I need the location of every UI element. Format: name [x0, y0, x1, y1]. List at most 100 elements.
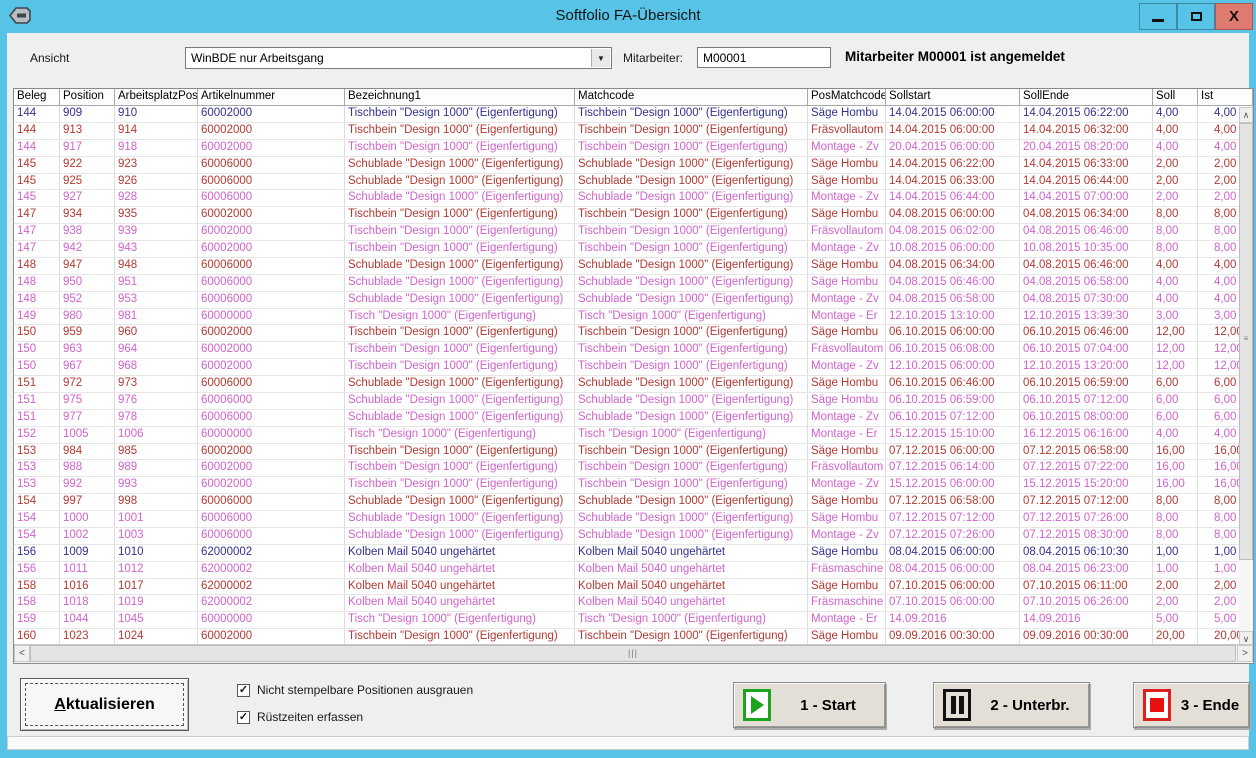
cell-sollstart: 07.12.2015 06:14:00 [886, 460, 1020, 476]
cell-beleg: 160 [14, 629, 60, 645]
column-header-artikelnummer[interactable]: Artikelnummer [198, 89, 345, 106]
vertical-scrollbar[interactable]: ∧ ≡ ∨ [1239, 107, 1253, 647]
cell-position: 952 [60, 292, 115, 308]
cell-artikelnummer: 60002000 [198, 140, 345, 156]
cell-artikelnummer: 60000000 [198, 427, 345, 443]
cell-sollende: 07.12.2015 07:26:00 [1020, 511, 1153, 527]
cell-sollstart: 07.12.2015 06:58:00 [886, 494, 1020, 510]
table-row[interactable]: 1561011101262000002Kolben Mail 5040 unge… [14, 562, 1253, 579]
cell-posmatchcode: Säge Hombu [808, 393, 886, 409]
cell-posmatchcode: Fräsmaschine [808, 595, 886, 611]
column-header-position[interactable]: Position [60, 89, 115, 106]
column-header-sollende[interactable]: SollEnde [1020, 89, 1153, 106]
table-row[interactable]: 14998098160000000Tisch "Design 1000" (Ei… [14, 309, 1253, 326]
scroll-left-icon[interactable]: < [14, 645, 30, 662]
table-row[interactable]: 1521005100660000000Tisch "Design 1000" (… [14, 427, 1253, 444]
table-row[interactable]: 15398898960002000Tischbein "Design 1000"… [14, 460, 1253, 477]
table-row[interactable]: 15096796860002000Tischbein "Design 1000"… [14, 359, 1253, 376]
scroll-up-icon[interactable]: ∧ [1239, 107, 1253, 123]
table-row[interactable]: 15399299360002000Tischbein "Design 1000"… [14, 477, 1253, 494]
table-row[interactable]: 14491391460002000Tischbein "Design 1000"… [14, 123, 1253, 140]
vertical-scrollbar-thumb[interactable]: ≡ [1239, 123, 1253, 560]
scroll-right-icon[interactable]: > [1237, 645, 1253, 662]
cell-position: 1016 [60, 579, 115, 595]
table-row[interactable]: 1581018101962000002Kolben Mail 5040 unge… [14, 595, 1253, 612]
setuptime-checkbox[interactable]: ✓ [237, 711, 250, 724]
cell-artikelnummer: 62000002 [198, 545, 345, 561]
cell-beleg: 147 [14, 241, 60, 257]
column-header-beleg[interactable]: Beleg [14, 89, 60, 106]
login-status-text: Mitarbeiter M00001 ist angemeldet [845, 49, 1065, 64]
table-row[interactable]: 1541000100160006000Schublade "Design 100… [14, 511, 1253, 528]
table-row[interactable]: 14592792860006000Schublade "Design 1000"… [14, 190, 1253, 207]
table-row[interactable]: 14490991060002000Tischbein "Design 1000"… [14, 106, 1253, 123]
cell-sollende: 12.10.2015 13:20:00 [1020, 359, 1153, 375]
table-row[interactable]: 15197797860006000Schublade "Design 1000"… [14, 410, 1253, 427]
horizontal-scrollbar-thumb[interactable]: ||| [30, 645, 1236, 662]
cell-sollstart: 07.12.2015 07:12:00 [886, 511, 1020, 527]
view-dropdown[interactable]: WinBDE nur Arbeitsgang ▼ [185, 47, 612, 69]
end-button[interactable]: 3 - Ende [1133, 682, 1250, 728]
table-row[interactable]: 14793493560002000Tischbein "Design 1000"… [14, 207, 1253, 224]
column-header-ist[interactable]: Ist [1198, 89, 1253, 106]
column-header-posmatchcode[interactable]: PosMatchcode [808, 89, 886, 106]
start-button[interactable]: 1 - Start [733, 682, 886, 728]
table-row[interactable]: 14793893960002000Tischbein "Design 1000"… [14, 224, 1253, 241]
table-row[interactable]: 14491791860002000Tischbein "Design 1000"… [14, 140, 1253, 157]
table-row[interactable]: 1591044104560000000Tisch "Design 1000" (… [14, 612, 1253, 629]
table-row[interactable]: 1581016101762000002Kolben Mail 5040 unge… [14, 579, 1253, 596]
refresh-button-label: Aktualisieren [54, 696, 155, 714]
minimize-button[interactable] [1139, 3, 1177, 30]
cell-beleg: 145 [14, 190, 60, 206]
cell-arbeitsplatzpos: 998 [115, 494, 198, 510]
cell-sollstart: 14.09.2016 [886, 612, 1020, 628]
interrupt-button[interactable]: 2 - Unterbr. [933, 682, 1090, 728]
cell-soll: 2,00 [1153, 174, 1198, 190]
cell-beleg: 156 [14, 562, 60, 578]
cell-matchcode: Kolben Mail 5040 ungehärtet [575, 595, 808, 611]
cell-artikelnummer: 60000000 [198, 612, 345, 628]
cell-beleg: 153 [14, 477, 60, 493]
cell-matchcode: Schublade "Design 1000" (Eigenfertigung) [575, 190, 808, 206]
horizontal-scrollbar[interactable]: < ||| > [14, 644, 1253, 663]
chevron-down-icon[interactable]: ▼ [591, 49, 610, 67]
table-row[interactable]: 15096396460002000Tischbein "Design 1000"… [14, 342, 1253, 359]
table-row[interactable]: 14794294360002000Tischbein "Design 1000"… [14, 241, 1253, 258]
cell-soll: 1,00 [1153, 545, 1198, 561]
cell-arbeitsplatzpos: 943 [115, 241, 198, 257]
grayout-checkbox[interactable]: ✓ [237, 684, 250, 697]
cell-artikelnummer: 62000002 [198, 562, 345, 578]
table-row[interactable]: 15197597660006000Schublade "Design 1000"… [14, 393, 1253, 410]
refresh-button[interactable]: Aktualisieren [20, 678, 189, 731]
cell-matchcode: Tisch "Design 1000" (Eigenfertigung) [575, 427, 808, 443]
table-row[interactable]: 14895295360006000Schublade "Design 1000"… [14, 292, 1253, 309]
employee-input[interactable]: M00001 [697, 47, 831, 68]
cell-sollstart: 06.10.2015 06:59:00 [886, 393, 1020, 409]
table-row[interactable]: 14895095160006000Schublade "Design 1000"… [14, 275, 1253, 292]
column-header-sollstart[interactable]: Sollstart [886, 89, 1020, 106]
cell-posmatchcode: Fräsmaschine [808, 562, 886, 578]
setuptime-checkbox-row: ✓ Rüstzeiten erfassen [237, 710, 363, 724]
stop-icon [1143, 689, 1171, 721]
table-row[interactable]: 1561009101062000002Kolben Mail 5040 unge… [14, 545, 1253, 562]
column-header-matchcode[interactable]: Matchcode [575, 89, 808, 106]
table-row[interactable]: 15398498560002000Tischbein "Design 1000"… [14, 444, 1253, 461]
table-row[interactable]: 15499799860006000Schublade "Design 1000"… [14, 494, 1253, 511]
cell-sollstart: 04.08.2015 06:34:00 [886, 258, 1020, 274]
cell-sollstart: 07.10.2015 06:00:00 [886, 595, 1020, 611]
orders-grid: BelegPositionArbeitsplatzPosArtikelnumme… [13, 88, 1254, 664]
table-row[interactable]: 14592592660006000Schublade "Design 1000"… [14, 174, 1253, 191]
close-button[interactable]: X [1215, 3, 1253, 30]
cell-sollende: 20.04.2015 08:20:00 [1020, 140, 1153, 156]
table-row[interactable]: 14894794860006000Schublade "Design 1000"… [14, 258, 1253, 275]
maximize-button[interactable] [1177, 3, 1215, 30]
table-row[interactable]: 15095996060002000Tischbein "Design 1000"… [14, 325, 1253, 342]
table-row[interactable]: 1541002100360006000Schublade "Design 100… [14, 528, 1253, 545]
table-row[interactable]: 14592292360006000Schublade "Design 1000"… [14, 157, 1253, 174]
column-header-arbeitsplatzpos[interactable]: ArbeitsplatzPos [115, 89, 198, 106]
column-header-soll[interactable]: Soll [1153, 89, 1198, 106]
column-header-bezeichnung1[interactable]: Bezeichnung1 [345, 89, 575, 106]
cell-sollende: 08.04.2015 06:23:00 [1020, 562, 1153, 578]
table-row[interactable]: 15197297360006000Schublade "Design 1000"… [14, 376, 1253, 393]
cell-bezeichnung1: Tischbein "Design 1000" (Eigenfertigung) [345, 207, 575, 223]
